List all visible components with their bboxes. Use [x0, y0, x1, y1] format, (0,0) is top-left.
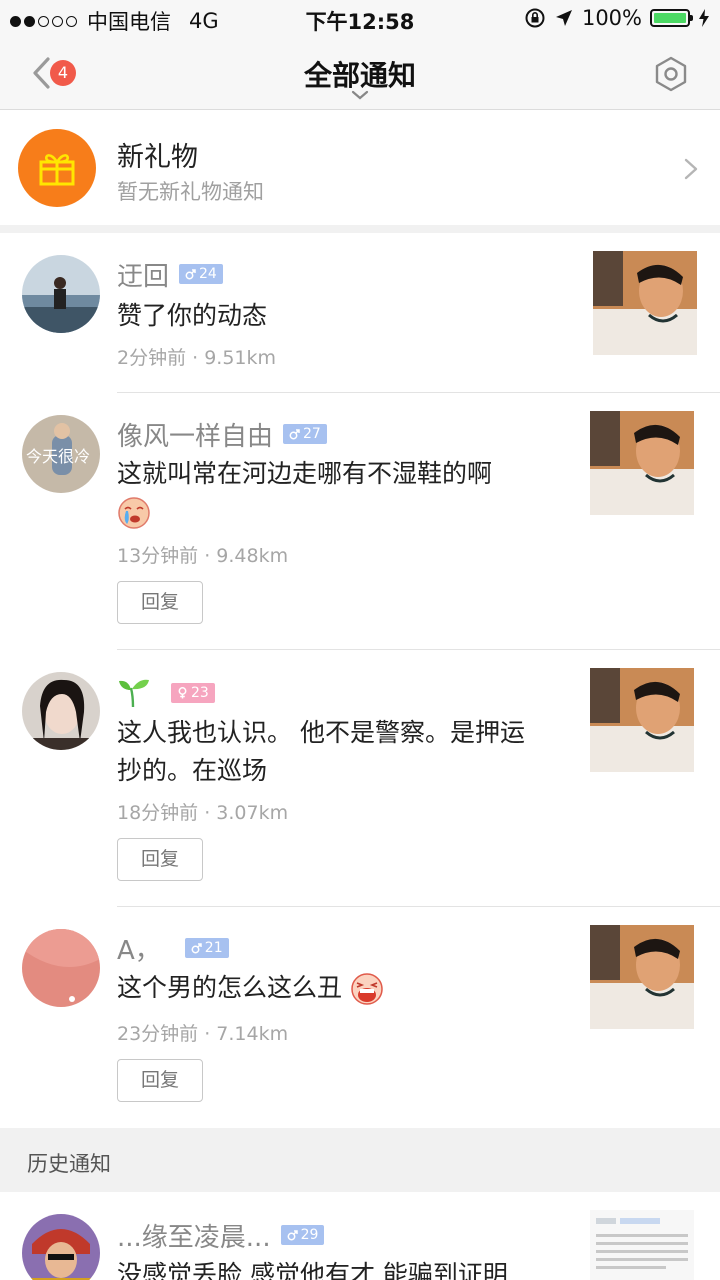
page-title[interactable]: 全部通知	[0, 54, 720, 94]
notification-message: 没感觉丢脸 感觉他有才 能骗到证明	[117, 1260, 508, 1280]
gift-subtitle: 暂无新礼物通知	[117, 180, 264, 204]
notification-meta: 13分钟前 · 9.48km	[117, 545, 289, 567]
battery-percent: 100%	[581, 6, 642, 30]
female-icon	[178, 687, 187, 699]
chevron-down-icon[interactable]	[351, 90, 369, 100]
chevron-right-icon	[684, 158, 698, 180]
user-name-line: 迂回 24	[117, 256, 223, 293]
charging-icon	[699, 9, 709, 27]
notification-item[interactable]: 迂回 24 赞了你的动态 2分钟前 · 9.51km	[0, 233, 720, 393]
notification-item[interactable]: A， 21 这个男的怎么这么丑 23分钟前 · 7.14km 回复	[0, 907, 720, 1128]
gender-age-tag: 29	[280, 1225, 325, 1245]
user-age: 21	[204, 940, 223, 956]
crying-emoji-icon	[118, 497, 150, 529]
user-age: 27	[303, 426, 321, 442]
user-name[interactable]: 像风一样自由	[117, 416, 273, 453]
notification-item[interactable]: 今天很冷 像风一样自由 27 这就叫常在河边走哪有不湿鞋的啊 13分钟前 · 9…	[0, 393, 720, 650]
user-age: 23	[191, 685, 209, 701]
user-name-line: A， 21	[117, 930, 229, 967]
gender-age-tag: 27	[283, 424, 327, 444]
post-thumbnail[interactable]	[590, 1210, 694, 1280]
male-icon	[289, 428, 300, 439]
avatar[interactable]	[22, 672, 100, 750]
history-section-header: 历史通知	[0, 1128, 720, 1192]
notification-message: 这人我也认识。 他不是警察。是押运抄的。在巡场	[117, 718, 525, 785]
user-name[interactable]: 迂回	[117, 256, 169, 293]
history-label: 历史通知	[27, 1152, 111, 1176]
orientation-lock-icon	[525, 8, 545, 28]
user-age: 24	[199, 266, 217, 282]
notification-meta: 18分钟前 · 3.07km	[117, 802, 289, 824]
section-gap	[0, 225, 720, 233]
message-text: 这个男的怎么这么丑	[117, 973, 343, 1002]
user-name-line: 23	[117, 676, 215, 710]
reply-button[interactable]: 回复	[117, 1059, 203, 1102]
gender-age-tag: 24	[179, 264, 223, 284]
message-text: 这就叫常在河边走哪有不湿鞋的啊	[117, 459, 493, 488]
avatar-text: 今天很冷	[26, 447, 91, 466]
user-name-line: ...缘至凌晨... 29	[117, 1217, 325, 1254]
user-name[interactable]: ...缘至凌晨...	[117, 1217, 271, 1254]
gender-age-tag: 21	[184, 938, 229, 958]
sprout-icon[interactable]	[117, 678, 151, 708]
notification-message: 这个男的怎么这么丑	[117, 969, 527, 1007]
status-right: 100%	[524, 6, 710, 30]
notification-message: 这就叫常在河边走哪有不湿鞋的啊	[117, 455, 527, 531]
laughing-emoji-icon	[351, 973, 383, 1005]
notification-message: 赞了你的动态	[117, 301, 268, 330]
notification-item[interactable]: 23 这人我也认识。 他不是警察。是押运抄的。在巡场 18分钟前 · 3.07k…	[0, 650, 720, 907]
history-notification-item[interactable]: ...缘至凌晨... 29 没感觉丢脸 感觉他有才 能骗到证明	[0, 1192, 720, 1280]
gender-age-tag: 23	[171, 683, 215, 703]
post-thumbnail[interactable]	[590, 925, 694, 1029]
notification-meta: 23分钟前 · 7.14km	[117, 1023, 289, 1045]
user-name[interactable]: A，	[117, 930, 161, 967]
male-icon	[191, 942, 202, 953]
nav-bar: 4 全部通知	[0, 38, 720, 110]
avatar[interactable]	[22, 255, 100, 333]
user-name-line: 像风一样自由 27	[117, 416, 327, 453]
gift-title: 新礼物	[117, 142, 198, 173]
notification-meta: 2分钟前 · 9.51km	[117, 347, 277, 369]
status-bar: 中国电信 4G 下午12:58 100%	[0, 0, 720, 38]
reply-button[interactable]: 回复	[117, 838, 203, 881]
gift-icon	[18, 129, 96, 207]
new-gift-row[interactable]: 新礼物 暂无新礼物通知	[0, 111, 720, 225]
battery-icon	[650, 9, 693, 27]
male-icon	[287, 1229, 298, 1240]
settings-hexagon-icon[interactable]	[654, 56, 688, 92]
user-age: 29	[300, 1227, 319, 1243]
avatar[interactable]	[22, 929, 100, 1007]
male-icon	[185, 268, 196, 279]
avatar[interactable]	[22, 1214, 100, 1280]
post-thumbnail[interactable]	[593, 251, 697, 355]
post-thumbnail[interactable]	[590, 411, 694, 515]
avatar[interactable]: 今天很冷	[22, 415, 100, 493]
reply-button[interactable]: 回复	[117, 581, 203, 624]
location-arrow-icon	[555, 10, 572, 26]
post-thumbnail[interactable]	[590, 668, 694, 772]
